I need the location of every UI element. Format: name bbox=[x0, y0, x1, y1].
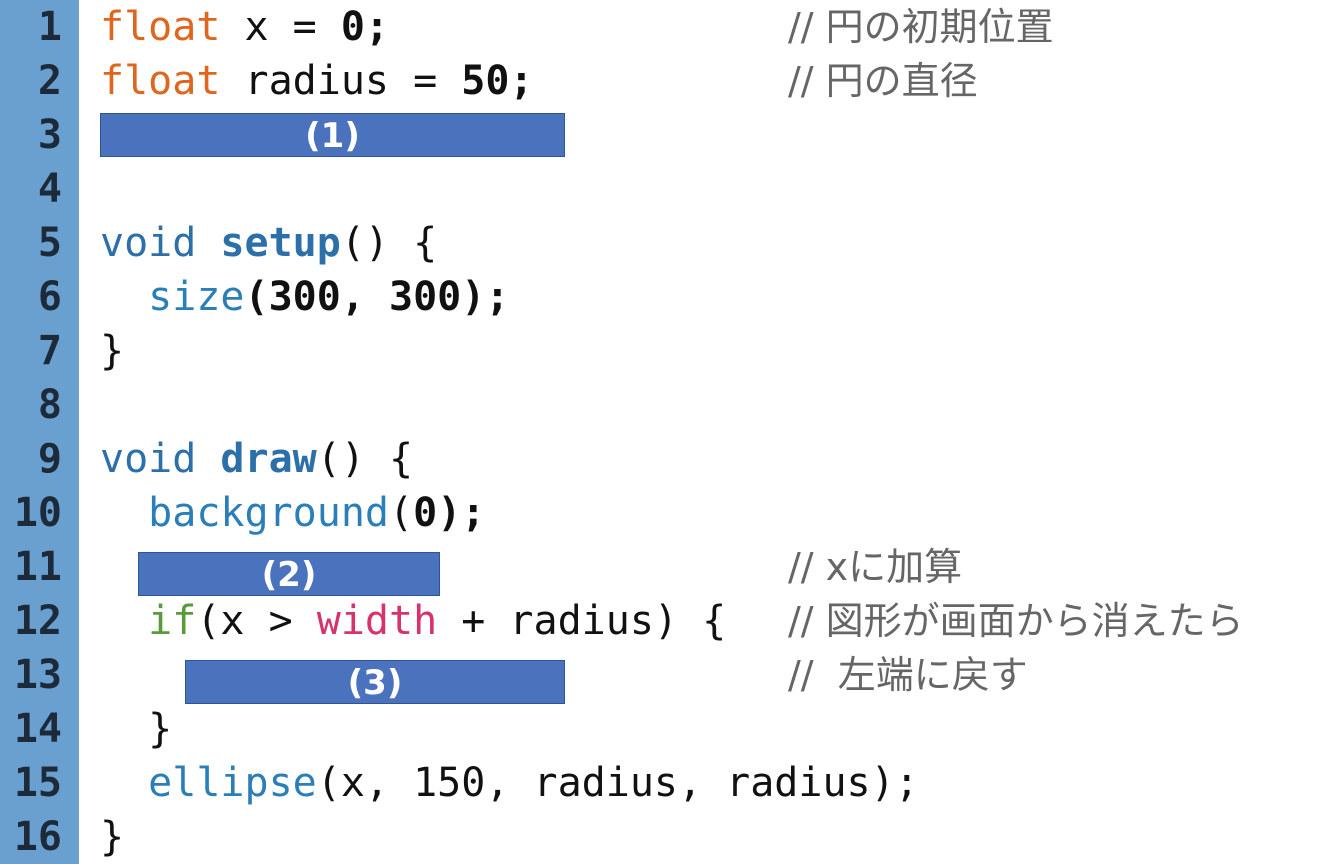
line-number: 12 bbox=[13, 598, 62, 644]
code-text: void setup() { bbox=[100, 216, 437, 270]
answer-blank-1[interactable]: (1) bbox=[100, 113, 565, 157]
code-text: float x = 0; bbox=[100, 0, 389, 54]
builtin-function: ellipse bbox=[148, 760, 317, 806]
code-line: 15 ellipse(x, 150, radius, radius); bbox=[0, 756, 1342, 810]
keyword-float: float bbox=[100, 58, 221, 104]
code-fragment: + radius) { bbox=[437, 598, 751, 644]
comment: // 円の直径 bbox=[788, 59, 978, 103]
builtin-function: size bbox=[148, 274, 245, 320]
number-literal: 50 bbox=[461, 58, 510, 104]
code-fragment: () { bbox=[340, 220, 438, 266]
code-fragment: (300, 300); bbox=[244, 274, 510, 320]
answer-blank-3[interactable]: (3) bbox=[185, 660, 565, 704]
code-text: if(x > width + radius) { bbox=[100, 594, 750, 648]
line-number: 7 bbox=[37, 328, 62, 374]
code-line: 8 bbox=[0, 378, 1342, 432]
code-text: size(300, 300); bbox=[100, 270, 509, 324]
line-number: 1 bbox=[37, 4, 62, 50]
line-number: 11 bbox=[13, 544, 62, 590]
code-editor: 1 float x = 0; // 円の初期位置 2 float radius … bbox=[0, 0, 1342, 864]
code-line: 14 } bbox=[0, 702, 1342, 756]
line-number: 6 bbox=[37, 274, 62, 320]
code-line: 7 } bbox=[0, 324, 1342, 378]
code-line: 3 (1) bbox=[0, 108, 1342, 162]
code-fragment bbox=[196, 220, 220, 266]
line-number: 15 bbox=[13, 760, 62, 806]
code-fragment: (x, 150, radius, radius); bbox=[316, 760, 919, 806]
builtin-function: background bbox=[148, 490, 389, 536]
line-number: 10 bbox=[13, 490, 62, 536]
code-text: } bbox=[100, 324, 124, 378]
code-fragment: radius = bbox=[220, 58, 462, 104]
line-number: 4 bbox=[37, 166, 62, 212]
code-line: 2 float radius = 50; // 円の直径 bbox=[0, 54, 1342, 108]
line-number: 5 bbox=[37, 220, 62, 266]
code-fragment: ); bbox=[437, 490, 486, 536]
answer-blank-2[interactable]: (2) bbox=[138, 552, 440, 596]
code-text: float radius = 50; bbox=[100, 54, 534, 108]
code-line: 12 if(x > width + radius) { // 図形が画面から消え… bbox=[0, 594, 1342, 648]
code-text: ellipse(x, 150, radius, radius); bbox=[100, 756, 919, 810]
code-text: } bbox=[100, 702, 172, 756]
line-number: 13 bbox=[13, 652, 62, 698]
code-line: 9 void draw() { bbox=[0, 432, 1342, 486]
line-number: 3 bbox=[37, 112, 62, 158]
code-line: 5 void setup() { bbox=[0, 216, 1342, 270]
code-fragment: ( bbox=[389, 490, 414, 536]
number-literal: 0 bbox=[413, 490, 438, 536]
code-line: 1 float x = 0; // 円の初期位置 bbox=[0, 0, 1342, 54]
keyword-void: void bbox=[100, 220, 197, 266]
builtin-variable: width bbox=[316, 598, 438, 644]
code-text: background(0); bbox=[100, 486, 485, 540]
code-fragment: x = bbox=[220, 4, 341, 50]
code-fragment: ; bbox=[509, 58, 534, 104]
keyword-void: void bbox=[100, 436, 197, 482]
comment: // 左端に戻す bbox=[788, 653, 1028, 697]
line-number: 9 bbox=[37, 436, 62, 482]
code-line: 16 } bbox=[0, 810, 1342, 864]
code-line: 6 size(300, 300); bbox=[0, 270, 1342, 324]
code-text: void draw() { bbox=[100, 432, 413, 486]
code-line: 4 bbox=[0, 162, 1342, 216]
function-name: setup bbox=[220, 220, 341, 266]
line-number: 2 bbox=[37, 58, 62, 104]
code-text: } bbox=[100, 810, 124, 864]
code-fragment: ; bbox=[364, 4, 390, 50]
code-line: 13 (3) // 左端に戻す bbox=[0, 648, 1342, 704]
line-number: 8 bbox=[37, 382, 62, 428]
code-line: 10 background(0); bbox=[0, 486, 1342, 540]
line-number: 14 bbox=[13, 706, 62, 752]
code-fragment bbox=[196, 436, 220, 482]
comment: // 図形が画面から消えたら bbox=[788, 599, 1244, 643]
comment: // xに加算 bbox=[788, 545, 963, 589]
closing-brace: } bbox=[148, 706, 173, 752]
function-name: draw bbox=[220, 436, 317, 482]
keyword-float: float bbox=[100, 4, 221, 50]
code-line: 11 (2) // xに加算 bbox=[0, 540, 1342, 596]
closing-brace: } bbox=[100, 328, 125, 374]
code-fragment: () { bbox=[316, 436, 414, 482]
number-literal: 0 bbox=[340, 4, 365, 50]
keyword-if: if bbox=[148, 598, 197, 644]
line-number: 16 bbox=[13, 814, 62, 860]
comment: // 円の初期位置 bbox=[788, 5, 1054, 49]
code-fragment: (x > bbox=[196, 598, 317, 644]
closing-brace: } bbox=[100, 814, 125, 860]
